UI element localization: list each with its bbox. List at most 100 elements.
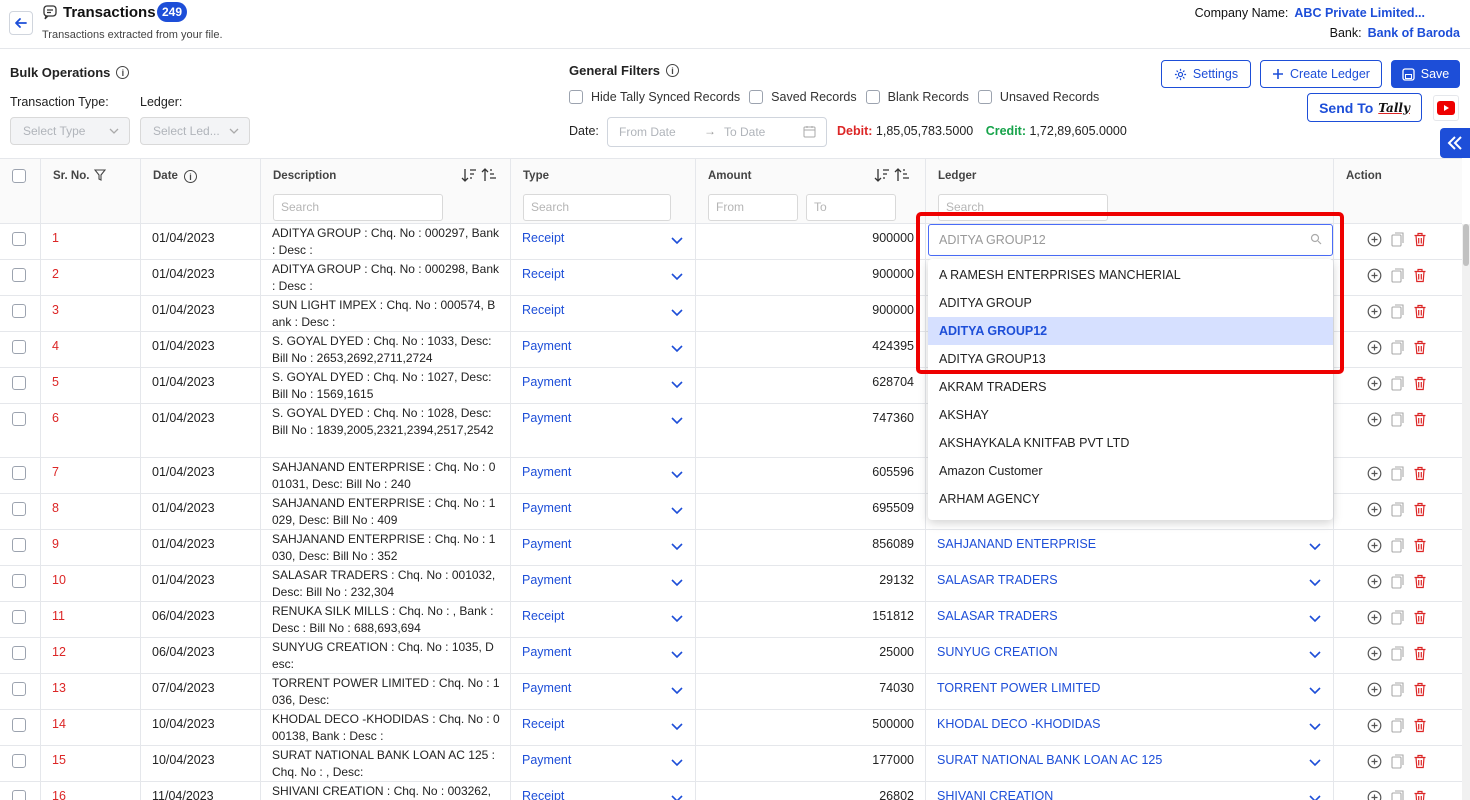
row-type[interactable]: Payment (522, 339, 571, 353)
add-circle-icon[interactable] (1367, 790, 1382, 800)
copy-icon[interactable] (1390, 790, 1405, 800)
chevron-down-icon[interactable] (671, 540, 683, 554)
trash-icon[interactable] (1413, 340, 1427, 355)
trash-icon[interactable] (1413, 718, 1427, 733)
ledger-search-input[interactable]: Search (938, 194, 1108, 221)
row-type[interactable]: Receipt (522, 231, 564, 245)
ledger-value[interactable]: SHIVANI CREATION (937, 789, 1053, 800)
chevron-down-icon[interactable] (671, 720, 683, 734)
trash-icon[interactable] (1413, 574, 1427, 589)
row-checkbox[interactable] (12, 340, 26, 354)
copy-icon[interactable] (1390, 682, 1405, 697)
add-circle-icon[interactable] (1367, 754, 1382, 769)
table-row[interactable]: 16 11/04/2023 SHIVANI CREATION : Chq. No… (0, 782, 1462, 800)
add-circle-icon[interactable] (1367, 340, 1382, 355)
bulk-ledger-select[interactable]: Select Led... (140, 117, 250, 145)
ledger-value[interactable]: SAHJANAND ENTERPRISE (937, 537, 1096, 551)
row-type[interactable]: Payment (522, 573, 571, 587)
row-type[interactable]: Payment (522, 681, 571, 695)
row-checkbox[interactable] (12, 718, 26, 732)
chevron-down-icon[interactable] (1309, 648, 1321, 662)
info-icon[interactable]: i (116, 66, 130, 79)
description-search-input[interactable]: Search (273, 194, 443, 221)
add-circle-icon[interactable] (1367, 574, 1382, 589)
ledger-value[interactable]: KHODAL DECO -KHODIDAS (937, 717, 1100, 731)
row-checkbox[interactable] (12, 304, 26, 318)
row-checkbox[interactable] (12, 232, 26, 246)
amount-from-input[interactable]: From (708, 194, 798, 221)
table-row[interactable]: 11 06/04/2023 RENUKA SILK MILLS : Chq. N… (0, 602, 1462, 638)
ledger-option[interactable]: AKSHAY (928, 401, 1333, 429)
youtube-button[interactable] (1433, 95, 1459, 121)
row-type[interactable]: Receipt (522, 609, 564, 623)
chevron-down-icon[interactable] (671, 684, 683, 698)
checkbox[interactable] (977, 90, 992, 104)
row-type[interactable]: Payment (522, 537, 571, 551)
trash-icon[interactable] (1413, 538, 1427, 553)
add-circle-icon[interactable] (1367, 646, 1382, 661)
row-type[interactable]: Payment (522, 465, 571, 479)
row-type[interactable]: Receipt (522, 717, 564, 731)
add-circle-icon[interactable] (1367, 610, 1382, 625)
chevron-down-icon[interactable] (671, 756, 683, 770)
ledger-option[interactable]: Amazon Customer (928, 457, 1333, 485)
add-circle-icon[interactable] (1367, 412, 1382, 427)
trash-icon[interactable] (1413, 304, 1427, 319)
sort-ascending-icon[interactable] (481, 167, 497, 183)
chevron-down-icon[interactable] (1309, 684, 1321, 698)
copy-icon[interactable] (1390, 646, 1405, 661)
add-circle-icon[interactable] (1367, 376, 1382, 391)
trash-icon[interactable] (1413, 376, 1427, 391)
date-range-picker[interactable]: From Date → To Date (607, 117, 827, 147)
from-date-input[interactable]: From Date (619, 125, 676, 139)
create-ledger-button[interactable]: Create Ledger (1260, 60, 1382, 88)
chevron-down-icon[interactable] (671, 378, 683, 392)
chevron-down-icon[interactable] (1309, 576, 1321, 590)
unsaved-records-checkbox[interactable]: Unsaved Records (977, 90, 1099, 104)
to-date-input[interactable]: To Date (724, 125, 765, 139)
add-circle-icon[interactable] (1367, 268, 1382, 283)
type-search-input[interactable]: Search (523, 194, 671, 221)
copy-icon[interactable] (1390, 538, 1405, 553)
copy-icon[interactable] (1390, 340, 1405, 355)
ledger-option[interactable]: ADITYA GROUP13 (928, 345, 1333, 373)
chevron-down-icon[interactable] (1309, 612, 1321, 626)
copy-icon[interactable] (1390, 610, 1405, 625)
row-checkbox[interactable] (12, 646, 26, 660)
trash-icon[interactable] (1413, 610, 1427, 625)
row-checkbox[interactable] (12, 682, 26, 696)
checkbox[interactable] (749, 90, 764, 104)
table-row[interactable]: 13 07/04/2023 TORRENT POWER LIMITED : Ch… (0, 674, 1462, 710)
copy-icon[interactable] (1390, 502, 1405, 517)
add-circle-icon[interactable] (1367, 718, 1382, 733)
trash-icon[interactable] (1413, 412, 1427, 427)
row-type[interactable]: Payment (522, 753, 571, 767)
row-type[interactable]: Receipt (522, 267, 564, 281)
add-circle-icon[interactable] (1367, 502, 1382, 517)
table-row[interactable]: 15 10/04/2023 SURAT NATIONAL BANK LOAN A… (0, 746, 1462, 782)
chevron-down-icon[interactable] (671, 648, 683, 662)
ledger-option[interactable]: A RAMESH ENTERPRISES MANCHERIAL (928, 261, 1333, 289)
trash-icon[interactable] (1413, 754, 1427, 769)
row-ledger-select[interactable]: ADITYA GROUP12 (928, 224, 1333, 256)
chevron-down-icon[interactable] (671, 504, 683, 518)
ledger-option[interactable]: AKRAM TRADERS (928, 373, 1333, 401)
add-circle-icon[interactable] (1367, 232, 1382, 247)
ledger-value[interactable]: SUNYUG CREATION (937, 645, 1058, 659)
collapse-panel-button[interactable] (1440, 128, 1470, 158)
hide-tally-synced-checkbox[interactable]: Hide Tally Synced Records (569, 90, 740, 104)
trash-icon[interactable] (1413, 466, 1427, 481)
info-icon[interactable]: i (666, 64, 680, 77)
add-circle-icon[interactable] (1367, 466, 1382, 481)
row-checkbox[interactable] (12, 502, 26, 516)
ledger-option[interactable]: AKSHAYKALA KNITFAB PVT LTD (928, 429, 1333, 457)
settings-button[interactable]: Settings (1161, 60, 1251, 88)
info-icon[interactable]: i (184, 170, 197, 183)
chevron-down-icon[interactable] (671, 306, 683, 320)
chevron-down-icon[interactable] (671, 414, 683, 428)
filter-icon[interactable] (94, 169, 106, 181)
add-circle-icon[interactable] (1367, 538, 1382, 553)
checkbox[interactable] (865, 90, 880, 104)
add-circle-icon[interactable] (1367, 682, 1382, 697)
row-type[interactable]: Payment (522, 645, 571, 659)
